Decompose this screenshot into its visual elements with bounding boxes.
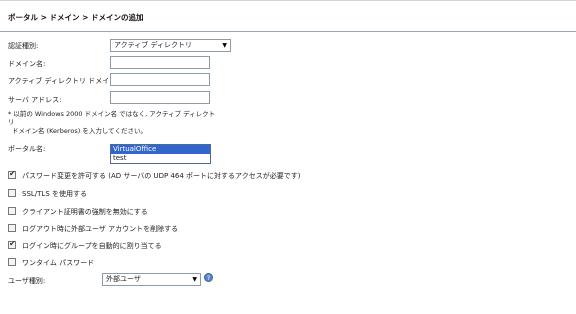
use-ssl-tls-checkbox[interactable] — [8, 189, 16, 197]
breadcrumb: ポータル > ドメイン > ドメインの追加 — [8, 13, 144, 22]
domain-name-label: ドメイン名: — [8, 60, 46, 68]
one-time-password-checkbox[interactable] — [8, 258, 16, 266]
disable-client-cert-checkbox[interactable] — [8, 207, 16, 215]
use-ssl-tls-label: SSL/TLS を使用する — [22, 190, 87, 198]
user-type-select[interactable]: 外部ユーザ ▼ — [102, 273, 201, 286]
note-line-2: リ — [8, 118, 15, 126]
note-line-1: * 以前の Windows 2000 ドメイン名 ではなく, アクティブ ディレ… — [8, 110, 216, 118]
user-type-label: ユーザ種別: — [8, 277, 46, 285]
one-time-password-label: ワンタイム パスワード — [22, 259, 95, 267]
auth-type-select[interactable]: アクティブ ディレクトリ ▼ — [110, 39, 231, 52]
note-line-3: ドメイン名 (Kerberos) を入力してください。 — [12, 127, 147, 135]
help-icon[interactable]: ? — [204, 273, 213, 282]
server-address-input[interactable] — [110, 91, 210, 104]
check-icon: ✔ — [9, 169, 16, 178]
portal-option[interactable]: test — [111, 154, 210, 163]
portal-label: ポータル名: — [8, 145, 46, 153]
delete-external-account-checkbox[interactable] — [8, 224, 16, 232]
user-type-value: 外部ユーザ — [106, 275, 141, 283]
breadcrumb-bar: ポータル > ドメイン > ドメインの追加 — [0, 0, 576, 32]
auth-type-value: アクティブ ディレクトリ — [114, 41, 192, 49]
check-icon: ✔ — [9, 239, 16, 248]
disable-client-cert-label: クライアント証明書の強制を無効にする — [22, 208, 148, 216]
domain-name-input[interactable] — [110, 56, 210, 69]
portal-option[interactable]: VirtualOffice — [111, 145, 210, 154]
server-address-label: サーバ アドレス: — [8, 96, 62, 104]
chevron-down-icon: ▼ — [192, 276, 197, 283]
allow-password-change-label: パスワード変更を許可する (AD サーバの UDP 464 ポートに対するアクセ… — [22, 172, 301, 180]
allow-password-change-checkbox[interactable]: ✔ — [8, 169, 16, 179]
portal-listbox[interactable]: VirtualOffice test — [110, 144, 211, 164]
delete-external-account-label: ログアウト時に外部ユーザ アカウントを削除する — [22, 225, 179, 233]
ad-domain-input[interactable] — [110, 73, 210, 86]
auto-assign-groups-label: ログイン時にグループを自動的に割り当てる — [22, 242, 162, 250]
chevron-down-icon: ▼ — [222, 42, 227, 49]
auto-assign-groups-checkbox[interactable]: ✔ — [8, 239, 16, 249]
ad-domain-label: アクティブ ディレクトリ ドメイン名: — [8, 77, 126, 85]
auth-type-label: 認証種別: — [8, 42, 39, 50]
